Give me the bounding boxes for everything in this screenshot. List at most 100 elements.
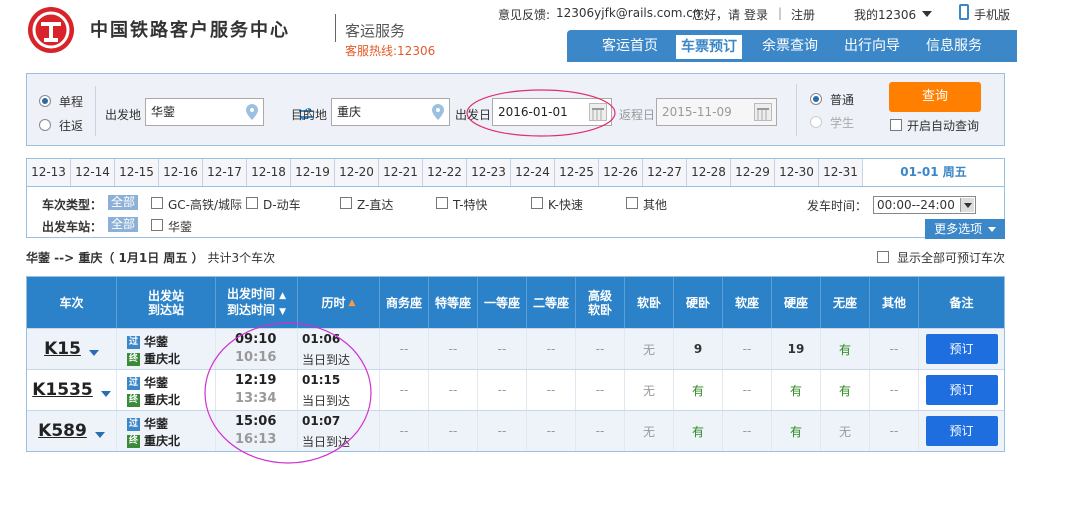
from-station-name[interactable]: 华蓥 <box>144 417 168 431</box>
station-huaying-label: 华蓥 <box>168 220 193 234</box>
train-type-all-button[interactable]: 全部 <box>108 195 139 210</box>
calendar-icon[interactable] <box>589 103 607 121</box>
chevron-down-icon[interactable] <box>94 432 105 438</box>
type-k-checkbox[interactable] <box>531 197 543 209</box>
nav-info-service[interactable]: 信息服务 <box>917 30 991 62</box>
return-date-input[interactable]: 2015-11-09 <box>656 98 777 126</box>
chevron-down-icon[interactable] <box>88 350 99 356</box>
from-station-name[interactable]: 华蓥 <box>144 335 168 349</box>
from-station-name[interactable]: 华蓥 <box>144 376 168 390</box>
date-tab[interactable]: 12-21 <box>379 159 423 186</box>
student-ticket-radio[interactable] <box>810 116 822 128</box>
date-tab[interactable]: 12-30 <box>775 159 819 186</box>
type-gc-checkbox[interactable] <box>151 197 163 209</box>
from-station-input[interactable]: 华蓥 <box>145 98 264 126</box>
date-tab[interactable]: 12-20 <box>335 159 379 186</box>
from-station: 过华蓥 <box>127 374 168 391</box>
from-station-value: 华蓥 <box>151 105 176 119</box>
remark-cell: 预订 <box>919 370 1004 410</box>
oneway-radio[interactable] <box>39 95 51 107</box>
type-d-checkbox[interactable] <box>246 197 258 209</box>
chevron-down-icon <box>960 198 974 212</box>
location-pin-icon <box>246 104 258 120</box>
nav-remaining-tickets[interactable]: 余票查询 <box>753 30 827 62</box>
chevron-down-icon[interactable] <box>922 11 932 17</box>
show-all-checkbox[interactable] <box>877 251 889 263</box>
book-button[interactable]: 预订 <box>925 334 998 364</box>
col-senior-top: 高级 <box>587 288 612 303</box>
railway-logo-icon[interactable] <box>28 7 74 53</box>
register-link[interactable]: 注册 <box>791 6 815 23</box>
table-row: K15 过华蓥 终重庆北 09:10 10:16 01:06 当日到达 -- -- -- --… <box>27 328 1004 369</box>
date-tab-active[interactable]: 01-01 周五 <box>863 159 1004 186</box>
to-station-input[interactable]: 重庆 <box>331 98 450 126</box>
date-tab[interactable]: 12-13 <box>27 159 71 186</box>
date-tab[interactable]: 12-24 <box>511 159 555 186</box>
col-duration[interactable]: 历时 ▲ <box>298 277 380 328</box>
seat-soft-seat: -- <box>723 411 772 451</box>
my12306-menu[interactable]: 我的12306 <box>854 6 916 23</box>
date-tab[interactable]: 12-17 <box>203 159 247 186</box>
nav-travel-guide[interactable]: 出行向导 <box>835 30 909 62</box>
type-k-label: K-快速 <box>548 198 583 212</box>
more-options-button[interactable]: 更多选项 <box>925 219 1005 239</box>
station-huaying-checkbox[interactable] <box>151 219 163 231</box>
auto-query-checkbox[interactable] <box>890 119 902 131</box>
query-button[interactable]: 查询 <box>889 82 981 112</box>
book-button[interactable]: 预订 <box>925 375 998 405</box>
site-title: 中国铁路客户服务中心 <box>90 20 290 41</box>
depart-time-select[interactable]: 00:00--24:00 <box>873 196 976 214</box>
time-cell: 09:10 10:16 <box>216 329 298 369</box>
date-tab[interactable]: 12-15 <box>115 159 159 186</box>
col-station-top: 出发站 <box>147 288 184 303</box>
normal-ticket-radio[interactable] <box>810 93 822 105</box>
date-tab[interactable]: 12-23 <box>467 159 511 186</box>
seat-hard-sleeper: 有 <box>674 411 723 451</box>
type-other-checkbox[interactable] <box>626 197 638 209</box>
link-divider: | <box>778 6 783 20</box>
col-soft-seat: 软座 <box>723 277 772 328</box>
login-link[interactable]: 登录 <box>744 6 768 23</box>
show-all-label: 显示全部可预订车次 <box>897 251 1006 265</box>
date-tab[interactable]: 12-22 <box>423 159 467 186</box>
date-tab[interactable]: 12-26 <box>599 159 643 186</box>
roundtrip-radio[interactable] <box>39 119 51 131</box>
seat-senior-sleeper: -- <box>576 329 625 369</box>
date-tab[interactable]: 12-18 <box>247 159 291 186</box>
from-label: 出发地 <box>105 108 142 122</box>
col-station-bottom: 到达站 <box>147 302 184 317</box>
nav-home[interactable]: 客运首页 <box>593 30 667 62</box>
chevron-down-icon[interactable] <box>100 391 111 397</box>
date-tab[interactable]: 12-14 <box>71 159 115 186</box>
nav-ticket-booking[interactable]: 车票预订 <box>676 35 742 59</box>
station-all-button[interactable]: 全部 <box>108 217 139 232</box>
date-tab[interactable]: 12-19 <box>291 159 335 186</box>
seat-second: -- <box>527 329 576 369</box>
col-time[interactable]: 出发时间 ▲ 到达时间 ▼ <box>216 277 298 328</box>
date-tab[interactable]: 12-27 <box>643 159 687 186</box>
to-station-name[interactable]: 重庆北 <box>144 352 180 366</box>
train-number-link[interactable]: K15 <box>44 339 81 359</box>
depart-date-input[interactable]: 2016-01-01 <box>492 98 612 126</box>
type-t-checkbox[interactable] <box>436 197 448 209</box>
date-tab[interactable]: 12-25 <box>555 159 599 186</box>
seat-second: -- <box>527 370 576 410</box>
book-button[interactable]: 预订 <box>925 416 998 446</box>
col-train: 车次 <box>27 277 117 328</box>
feedback-email-link[interactable]: 12306yjfk@rails.com.cn <box>556 6 700 20</box>
to-station: 终重庆北 <box>127 391 180 408</box>
train-number-link[interactable]: K589 <box>38 421 87 441</box>
train-number-link[interactable]: K1535 <box>32 380 93 400</box>
mobile-link[interactable]: 手机版 <box>974 6 1010 23</box>
remark-cell: 预订 <box>919 411 1004 451</box>
type-z-checkbox[interactable] <box>340 197 352 209</box>
seat-second: -- <box>527 411 576 451</box>
col-hard-sleeper: 硬卧 <box>674 277 723 328</box>
date-tab[interactable]: 12-31 <box>819 159 863 186</box>
calendar-icon[interactable] <box>754 103 772 121</box>
date-tab[interactable]: 12-28 <box>687 159 731 186</box>
to-station-name[interactable]: 重庆北 <box>144 434 180 448</box>
date-tab[interactable]: 12-29 <box>731 159 775 186</box>
to-station-name[interactable]: 重庆北 <box>144 393 180 407</box>
date-tab[interactable]: 12-16 <box>159 159 203 186</box>
